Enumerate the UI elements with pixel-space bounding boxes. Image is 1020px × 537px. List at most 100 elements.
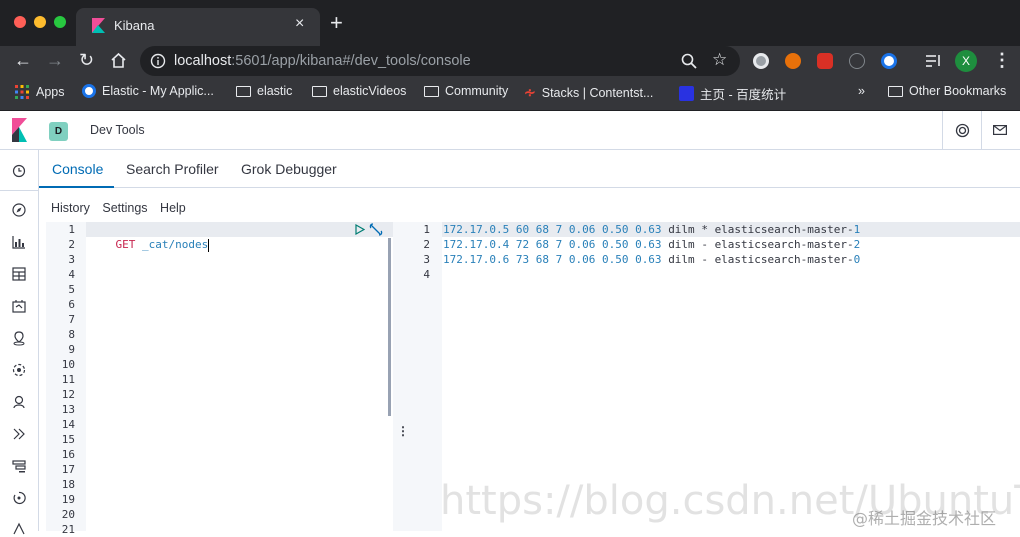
back-icon[interactable]: ← <box>14 49 32 71</box>
node-ip: 172.17.0.4 <box>443 238 510 251</box>
bookmarks-overflow-chevron[interactable]: » <box>858 84 865 98</box>
editor-line-numbers: 1 2 3 4 5 6 7 8 9 10 11 12 13 14 15 16 1… <box>61 223 75 536</box>
kibana-header: D Dev Tools <box>0 111 1020 150</box>
url-path: :5601/app/kibana#/dev_tools/console <box>231 53 471 69</box>
request-editor[interactable]: 1 2 3 4 5 6 7 8 9 10 11 12 13 14 15 16 1… <box>46 222 393 536</box>
active-tab-indicator <box>39 186 114 188</box>
history-link[interactable]: History <box>51 201 90 215</box>
extension-adblock-icon[interactable] <box>817 53 833 69</box>
node-master-flag: - <box>701 238 708 251</box>
node-name: elasticsearch-master- <box>714 223 854 236</box>
overflow-label: » <box>858 84 865 98</box>
bookmark-baidu-tongji[interactable]: 主页 - 百度统计 <box>679 84 786 103</box>
discover-compass-icon[interactable] <box>11 202 27 218</box>
kibana-side-nav <box>0 150 39 535</box>
forward-icon[interactable]: → <box>46 49 64 71</box>
baidu-paw-icon <box>679 86 694 101</box>
node-ip: 172.17.0.5 <box>443 223 510 236</box>
zoom-icon[interactable] <box>681 53 697 69</box>
infrastructure-icon[interactable] <box>11 394 27 410</box>
info-icon[interactable] <box>150 53 166 69</box>
node-name: elasticsearch-master- <box>714 253 854 266</box>
bookmark-label: Apps <box>36 85 65 99</box>
extension-blue-icon[interactable] <box>881 53 897 69</box>
apps-grid-icon <box>15 85 29 99</box>
node-name: elasticsearch-master- <box>714 238 854 251</box>
bookmark-stacks-contentstack[interactable]: ∻ Stacks | Contentst... <box>524 84 653 101</box>
request-method: GET <box>115 238 136 251</box>
dashboard-icon[interactable] <box>11 266 27 282</box>
node-stats: 60 68 7 0.06 0.50 0.63 <box>515 223 662 236</box>
help-lifebuoy-icon[interactable] <box>955 123 970 138</box>
extension-orange-icon[interactable] <box>785 53 801 69</box>
node-stats: 72 68 7 0.06 0.50 0.63 <box>515 238 662 251</box>
wrench-settings-icon[interactable] <box>369 223 383 236</box>
tab-grok-debugger[interactable]: Grok Debugger <box>241 161 337 177</box>
bookmark-label: elasticVideos <box>333 84 407 98</box>
output-line: 172.17.0.6 73 68 7 0.06 0.50 0.63 dilm -… <box>443 252 860 267</box>
apm-icon[interactable] <box>11 458 27 474</box>
url-host: localhost <box>174 53 232 69</box>
contentstack-icon: ∻ <box>524 84 536 100</box>
browser-tab-kibana[interactable]: Kibana × <box>76 8 320 46</box>
uptime-icon[interactable] <box>11 490 27 506</box>
node-stats: 73 68 7 0.06 0.50 0.63 <box>515 253 662 266</box>
extension-record-icon[interactable] <box>753 53 769 69</box>
bookmark-label: 主页 - 百度统计 <box>700 88 787 102</box>
logs-icon[interactable] <box>11 426 27 442</box>
folder-icon <box>236 85 251 97</box>
machine-learning-icon[interactable] <box>11 362 27 378</box>
visualize-chart-icon[interactable] <box>11 234 27 250</box>
bookmark-community[interactable]: Community <box>424 84 508 98</box>
new-tab-button[interactable]: + <box>330 12 343 34</box>
media-queue-icon[interactable] <box>925 53 942 69</box>
bookmark-other-bookmarks[interactable]: Other Bookmarks <box>888 84 1006 98</box>
close-window-button[interactable] <box>14 16 26 28</box>
bookmark-apps[interactable]: Apps <box>14 84 65 100</box>
maps-pin-icon[interactable] <box>11 330 27 346</box>
minimize-window-button[interactable] <box>34 16 46 28</box>
help-link[interactable]: Help <box>160 201 186 215</box>
url-text: localhost:5601/app/kibana#/dev_tools/con… <box>174 53 471 69</box>
folder-icon <box>424 85 439 97</box>
panel-resizer[interactable] <box>393 222 407 531</box>
folder-icon <box>888 85 903 97</box>
canvas-icon[interactable] <box>11 298 27 314</box>
kibana-logo-icon[interactable] <box>10 118 28 142</box>
bookmark-label: Stacks | Contentst... <box>541 85 654 100</box>
reload-icon[interactable]: ↻ <box>79 49 94 71</box>
node-master-flag: - <box>701 253 708 266</box>
node-index: 0 <box>853 253 861 266</box>
send-request-play-icon[interactable] <box>355 224 365 235</box>
address-bar[interactable]: localhost:5601/app/kibana#/dev_tools/con… <box>140 46 740 76</box>
bookmark-label: Community <box>445 84 509 98</box>
bookmark-label: elastic <box>257 84 293 98</box>
editor-scrollbar[interactable] <box>388 238 391 416</box>
browser-toolbar: ← → ↻ localhost:5601/app/kibana#/dev_too… <box>0 46 1020 76</box>
mail-icon[interactable] <box>993 125 1007 135</box>
tab-search-profiler[interactable]: Search Profiler <box>126 161 219 177</box>
bookmark-label: Elastic - My Applic... <box>102 84 214 98</box>
recently-viewed-clock-icon[interactable] <box>11 163 27 179</box>
space-avatar[interactable]: D <box>49 122 68 141</box>
profile-avatar[interactable]: X <box>955 50 977 72</box>
extension-info-icon[interactable] <box>849 53 865 69</box>
bookmarks-bar: Apps Elastic - My Applic... elastic elas… <box>0 76 1020 111</box>
node-role: dilm <box>668 253 695 266</box>
breadcrumb-dev-tools: Dev Tools <box>90 123 145 137</box>
folder-icon <box>312 85 327 97</box>
bookmark-elastic[interactable]: elastic <box>236 84 292 98</box>
header-divider <box>981 111 982 150</box>
siem-icon[interactable] <box>11 520 27 536</box>
bookmark-star-icon[interactable]: ☆ <box>712 50 727 70</box>
dev-tools-tabs: Console Search Profiler Grok Debugger <box>39 150 1020 188</box>
settings-link[interactable]: Settings <box>102 201 147 215</box>
browser-menu-icon[interactable]: ⋮ <box>993 49 1011 71</box>
bookmark-elasticvideos[interactable]: elasticVideos <box>312 84 406 98</box>
console-menu: History Settings Help <box>51 201 195 215</box>
tab-console[interactable]: Console <box>52 161 103 177</box>
home-icon[interactable] <box>110 52 127 69</box>
tab-close-icon[interactable]: × <box>295 15 304 33</box>
maximize-window-button[interactable] <box>54 16 66 28</box>
bookmark-elastic-my-applic[interactable]: Elastic - My Applic... <box>82 84 214 98</box>
